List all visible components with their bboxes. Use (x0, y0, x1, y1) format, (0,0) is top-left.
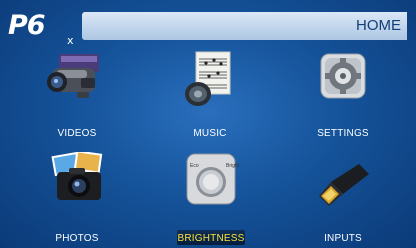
menu-label-brightness: BRIGHTNESS (177, 233, 245, 244)
hdmi-input-icon (319, 164, 369, 206)
video-camera-icon (47, 54, 99, 98)
menu-label-videos: VIDEOS (57, 128, 97, 139)
menu-label-photos: PHOTOS (55, 233, 99, 244)
menu-label-inputs: INPUTS (324, 233, 362, 244)
header-bar: HOME (82, 12, 407, 40)
menu-label-settings: SETTINGS (317, 128, 369, 139)
menu-item-brightness[interactable]: Eco Bright BRIGHTNESS (161, 152, 261, 248)
menu-item-music[interactable]: MUSIC (160, 50, 260, 150)
music-icon (185, 51, 231, 106)
knob-left-label: Eco (190, 163, 199, 169)
brand-logo-suffix: x (67, 34, 74, 47)
menu-item-inputs[interactable]: INPUTS (293, 152, 393, 248)
page-title: HOME (356, 17, 401, 34)
menu-item-settings[interactable]: SETTINGS (293, 50, 393, 150)
home-screen: P6 x HOME VIDEOS MUSIC SETTINGS PHOTOS E… (0, 0, 416, 248)
settings-gear-icon (320, 53, 366, 99)
brand-logo: P6 (8, 10, 46, 41)
brightness-knob-icon (186, 153, 236, 205)
menu-label-music: MUSIC (193, 128, 227, 139)
knob-right-label: Bright (226, 163, 240, 169)
menu-item-photos[interactable]: PHOTOS (27, 152, 127, 248)
menu-item-videos[interactable]: VIDEOS (27, 50, 127, 150)
photo-camera-icon (51, 152, 103, 200)
